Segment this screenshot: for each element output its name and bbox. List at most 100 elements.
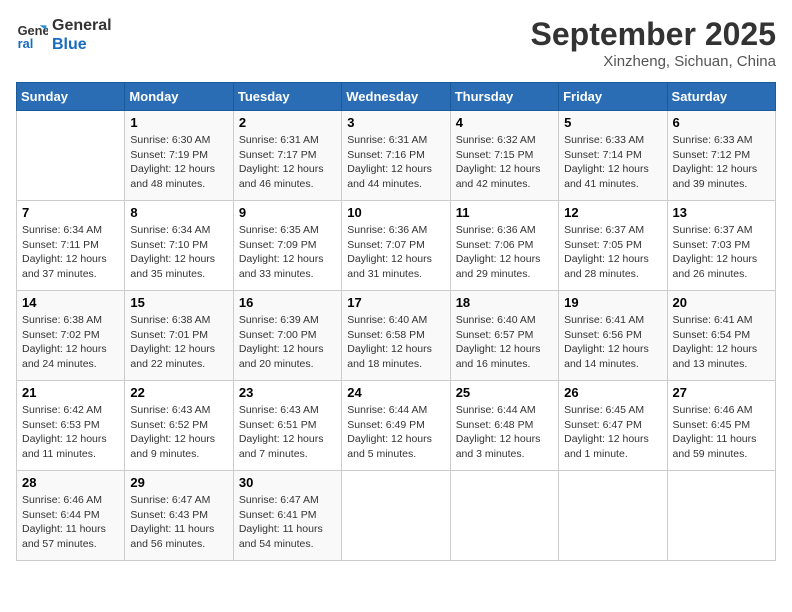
day-info: Sunrise: 6:38 AM Sunset: 7:02 PM Dayligh… bbox=[22, 313, 119, 372]
day-number: 12 bbox=[564, 205, 661, 220]
day-number: 13 bbox=[673, 205, 770, 220]
header-cell-friday: Friday bbox=[559, 83, 667, 111]
day-cell: 11 Sunrise: 6:36 AM Sunset: 7:06 PM Dayli… bbox=[450, 201, 558, 291]
location-subtitle: Xinzheng, Sichuan, China bbox=[531, 53, 776, 70]
day-info: Sunrise: 6:31 AM Sunset: 7:17 PM Dayligh… bbox=[239, 133, 336, 192]
week-row-4: 21 Sunrise: 6:42 AM Sunset: 6:53 PM Dayli… bbox=[17, 381, 776, 471]
day-cell: 19 Sunrise: 6:41 AM Sunset: 6:56 PM Dayli… bbox=[559, 291, 667, 381]
day-number: 30 bbox=[239, 475, 336, 490]
day-info: Sunrise: 6:36 AM Sunset: 7:06 PM Dayligh… bbox=[456, 223, 553, 282]
day-number: 20 bbox=[673, 295, 770, 310]
day-info: Sunrise: 6:40 AM Sunset: 6:57 PM Dayligh… bbox=[456, 313, 553, 372]
day-cell: 30Sunrise: 6:47 AM Sunset: 6:41 PM Dayli… bbox=[233, 471, 341, 561]
day-number: 4 bbox=[456, 115, 553, 130]
day-info: Sunrise: 6:46 AM Sunset: 6:45 PM Dayligh… bbox=[673, 403, 770, 462]
day-cell: 1Sunrise: 6:30 AM Sunset: 7:19 PM Daylig… bbox=[125, 111, 233, 201]
day-info: Sunrise: 6:45 AM Sunset: 6:47 PM Dayligh… bbox=[564, 403, 661, 462]
day-info: Sunrise: 6:42 AM Sunset: 6:53 PM Dayligh… bbox=[22, 403, 119, 462]
day-info: Sunrise: 6:41 AM Sunset: 6:56 PM Dayligh… bbox=[564, 313, 661, 372]
day-number: 26 bbox=[564, 385, 661, 400]
day-info: Sunrise: 6:37 AM Sunset: 7:03 PM Dayligh… bbox=[673, 223, 770, 282]
calendar-header: SundayMondayTuesdayWednesdayThursdayFrid… bbox=[17, 83, 776, 111]
day-cell: 27 Sunrise: 6:46 AM Sunset: 6:45 PM Dayli… bbox=[667, 381, 775, 471]
day-number: 7 bbox=[22, 205, 119, 220]
day-cell: 25 Sunrise: 6:44 AM Sunset: 6:48 PM Dayli… bbox=[450, 381, 558, 471]
day-cell: 5 Sunrise: 6:33 AM Sunset: 7:14 PM Daylig… bbox=[559, 111, 667, 201]
day-number: 1 bbox=[130, 115, 227, 130]
day-cell: 23 Sunrise: 6:43 AM Sunset: 6:51 PM Dayli… bbox=[233, 381, 341, 471]
day-cell: 2 Sunrise: 6:31 AM Sunset: 7:17 PM Daylig… bbox=[233, 111, 341, 201]
day-number: 18 bbox=[456, 295, 553, 310]
day-info: Sunrise: 6:33 AM Sunset: 7:14 PM Dayligh… bbox=[564, 133, 661, 192]
day-number: 28 bbox=[22, 475, 119, 490]
day-cell: 28 Sunrise: 6:46 AM Sunset: 6:44 PM Dayli… bbox=[17, 471, 125, 561]
day-cell: 18 Sunrise: 6:40 AM Sunset: 6:57 PM Dayli… bbox=[450, 291, 558, 381]
day-info: Sunrise: 6:35 AM Sunset: 7:09 PM Dayligh… bbox=[239, 223, 336, 282]
header-cell-saturday: Saturday bbox=[667, 83, 775, 111]
day-info: Sunrise: 6:39 AM Sunset: 7:00 PM Dayligh… bbox=[239, 313, 336, 372]
day-cell: 24 Sunrise: 6:44 AM Sunset: 6:49 PM Dayli… bbox=[342, 381, 450, 471]
day-cell: 21 Sunrise: 6:42 AM Sunset: 6:53 PM Dayli… bbox=[17, 381, 125, 471]
day-info: Sunrise: 6:38 AM Sunset: 7:01 PM Dayligh… bbox=[130, 313, 227, 372]
day-info: Sunrise: 6:43 AM Sunset: 6:52 PM Dayligh… bbox=[130, 403, 227, 462]
day-number: 27 bbox=[673, 385, 770, 400]
day-info: Sunrise: 6:44 AM Sunset: 6:49 PM Dayligh… bbox=[347, 403, 444, 462]
day-number: 3 bbox=[347, 115, 444, 130]
page-header: Gene ral General Blue September 2025 Xin… bbox=[16, 16, 776, 70]
header-cell-wednesday: Wednesday bbox=[342, 83, 450, 111]
day-number: 17 bbox=[347, 295, 444, 310]
day-info: Sunrise: 6:34 AM Sunset: 7:10 PM Dayligh… bbox=[130, 223, 227, 282]
logo: Gene ral General Blue bbox=[16, 16, 112, 54]
day-number: 19 bbox=[564, 295, 661, 310]
day-number: 21 bbox=[22, 385, 119, 400]
day-cell: 12 Sunrise: 6:37 AM Sunset: 7:05 PM Dayli… bbox=[559, 201, 667, 291]
day-info: Sunrise: 6:36 AM Sunset: 7:07 PM Dayligh… bbox=[347, 223, 444, 282]
day-cell: 16 Sunrise: 6:39 AM Sunset: 7:00 PM Dayli… bbox=[233, 291, 341, 381]
day-number: 15 bbox=[130, 295, 227, 310]
calendar-body: 1Sunrise: 6:30 AM Sunset: 7:19 PM Daylig… bbox=[17, 111, 776, 561]
day-info: Sunrise: 6:37 AM Sunset: 7:05 PM Dayligh… bbox=[564, 223, 661, 282]
day-info: Sunrise: 6:47 AM Sunset: 6:43 PM Dayligh… bbox=[130, 493, 227, 552]
day-number: 24 bbox=[347, 385, 444, 400]
day-cell: 6Sunrise: 6:33 AM Sunset: 7:12 PM Daylig… bbox=[667, 111, 775, 201]
svg-text:ral: ral bbox=[18, 36, 34, 51]
header-cell-thursday: Thursday bbox=[450, 83, 558, 111]
day-cell: 29 Sunrise: 6:47 AM Sunset: 6:43 PM Dayli… bbox=[125, 471, 233, 561]
header-cell-tuesday: Tuesday bbox=[233, 83, 341, 111]
day-cell bbox=[559, 471, 667, 561]
day-number: 8 bbox=[130, 205, 227, 220]
calendar-table: SundayMondayTuesdayWednesdayThursdayFrid… bbox=[16, 82, 776, 561]
day-cell: 3Sunrise: 6:31 AM Sunset: 7:16 PM Daylig… bbox=[342, 111, 450, 201]
title-block: September 2025 Xinzheng, Sichuan, China bbox=[531, 16, 776, 70]
week-row-2: 7 Sunrise: 6:34 AM Sunset: 7:11 PM Daylig… bbox=[17, 201, 776, 291]
day-number: 2 bbox=[239, 115, 336, 130]
day-cell bbox=[450, 471, 558, 561]
day-cell bbox=[17, 111, 125, 201]
header-cell-monday: Monday bbox=[125, 83, 233, 111]
header-row: SundayMondayTuesdayWednesdayThursdayFrid… bbox=[17, 83, 776, 111]
day-cell: 15 Sunrise: 6:38 AM Sunset: 7:01 PM Dayli… bbox=[125, 291, 233, 381]
day-number: 25 bbox=[456, 385, 553, 400]
day-info: Sunrise: 6:43 AM Sunset: 6:51 PM Dayligh… bbox=[239, 403, 336, 462]
day-number: 29 bbox=[130, 475, 227, 490]
day-cell: 4Sunrise: 6:32 AM Sunset: 7:15 PM Daylig… bbox=[450, 111, 558, 201]
day-number: 11 bbox=[456, 205, 553, 220]
day-info: Sunrise: 6:33 AM Sunset: 7:12 PM Dayligh… bbox=[673, 133, 770, 192]
day-cell: 8 Sunrise: 6:34 AM Sunset: 7:10 PM Daylig… bbox=[125, 201, 233, 291]
logo-icon: Gene ral bbox=[16, 19, 48, 51]
day-number: 16 bbox=[239, 295, 336, 310]
day-number: 5 bbox=[564, 115, 661, 130]
logo-general: General bbox=[52, 16, 112, 35]
week-row-3: 14Sunrise: 6:38 AM Sunset: 7:02 PM Dayli… bbox=[17, 291, 776, 381]
day-info: Sunrise: 6:46 AM Sunset: 6:44 PM Dayligh… bbox=[22, 493, 119, 552]
day-info: Sunrise: 6:44 AM Sunset: 6:48 PM Dayligh… bbox=[456, 403, 553, 462]
day-info: Sunrise: 6:34 AM Sunset: 7:11 PM Dayligh… bbox=[22, 223, 119, 282]
day-cell: 13 Sunrise: 6:37 AM Sunset: 7:03 PM Dayli… bbox=[667, 201, 775, 291]
header-cell-sunday: Sunday bbox=[17, 83, 125, 111]
day-number: 23 bbox=[239, 385, 336, 400]
day-cell: 26 Sunrise: 6:45 AM Sunset: 6:47 PM Dayli… bbox=[559, 381, 667, 471]
day-cell: 9 Sunrise: 6:35 AM Sunset: 7:09 PM Daylig… bbox=[233, 201, 341, 291]
day-cell: 17Sunrise: 6:40 AM Sunset: 6:58 PM Dayli… bbox=[342, 291, 450, 381]
day-number: 9 bbox=[239, 205, 336, 220]
day-cell: 7 Sunrise: 6:34 AM Sunset: 7:11 PM Daylig… bbox=[17, 201, 125, 291]
